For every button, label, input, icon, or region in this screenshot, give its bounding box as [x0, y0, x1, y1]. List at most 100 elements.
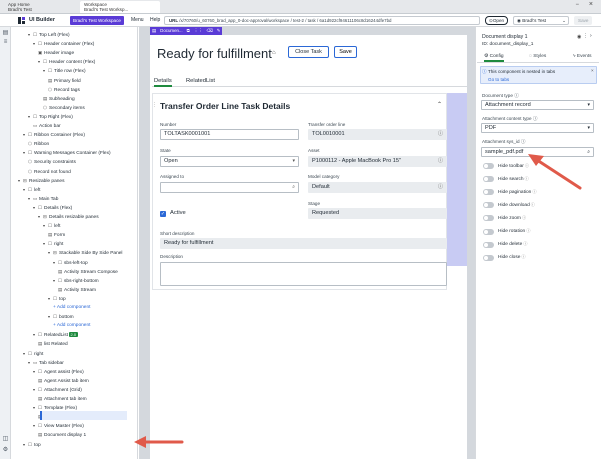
document-type-select[interactable]: Attachment record ▾ — [481, 100, 594, 110]
layers-icon[interactable]: ≡ — [2, 39, 9, 46]
tree-item[interactable]: ⬡ Record not found — [28, 167, 71, 176]
toggle-switch[interactable] — [483, 228, 494, 235]
eye-icon[interactable]: ◉ — [577, 34, 581, 40]
toggle-switch[interactable] — [483, 189, 494, 196]
tree-item[interactable]: ▾ ☐ Title row (Flex) — [43, 66, 86, 75]
tree-item[interactable]: ⬡ Ribbon — [28, 139, 49, 148]
tree-item[interactable]: ▤ Attachment tab item — [38, 394, 87, 403]
tree-item[interactable]: ▤ Subheading — [43, 94, 75, 103]
toggle-switch[interactable] — [483, 163, 494, 169]
chevron-right-icon[interactable]: › — [590, 33, 592, 39]
tree-item[interactable]: ▤ list Related — [38, 339, 68, 348]
state-select[interactable]: Open ▾ — [160, 156, 299, 167]
tree-item[interactable]: ▤ Agent Assist tab item — [38, 376, 89, 385]
tree-item[interactable]: ▾ ☐ top — [48, 294, 66, 303]
settings-icon[interactable]: ⚙ — [2, 447, 9, 454]
toggle-switch[interactable] — [483, 215, 494, 222]
browser-tab-app-home[interactable]: App Home Brad\'s Test — [4, 1, 78, 13]
workspace-dropdown[interactable]: ◉ Brad\'s Test ⌄ — [513, 16, 569, 25]
toggle-switch[interactable] — [483, 254, 494, 261]
tab-related-list[interactable]: RelatedList — [186, 76, 215, 87]
tree-item[interactable]: ▾ ☐ right — [23, 349, 43, 358]
tree-item[interactable]: ▾ ☐ sbs-right-bottom — [53, 276, 99, 285]
stage-field[interactable]: Requested — [308, 208, 447, 219]
tree-item[interactable]: ⬡ Record tags — [48, 85, 80, 94]
toggle-switch[interactable] — [483, 241, 494, 248]
copy-icon[interactable]: ⧉ — [187, 28, 190, 33]
tree-item[interactable]: ▾ ☐ RelatedList 2.0 — [33, 330, 78, 339]
info-icon[interactable]: ⓘ — [438, 157, 443, 166]
tree-item[interactable]: ▤ Form — [48, 230, 65, 239]
search-icon[interactable]: ⌕ — [292, 183, 295, 192]
minimize-icon[interactable]: − — [575, 2, 579, 8]
workspace-selector[interactable]: Brad\'s Test Workspace — [70, 16, 124, 25]
toggle-switch[interactable] — [483, 202, 494, 209]
add-component-link[interactable]: + Add component — [53, 321, 90, 330]
tree-item[interactable]: ▭ Action bar — [33, 121, 61, 130]
tree-item[interactable]: ▾ ☐ left — [43, 221, 60, 230]
url-field[interactable]: URL /x/70760/u_60760_brad_app_0-doc-appr… — [164, 16, 480, 25]
tree-item[interactable]: ▾ ⊟ Stackable Side By Side Panel — [48, 248, 122, 257]
tree-item[interactable]: ▾ ☐ Header container (Flex) — [33, 39, 94, 48]
tree-item[interactable]: ⬡ Secondary items — [43, 103, 85, 112]
chevron-up-icon[interactable]: ⌃ — [437, 101, 442, 108]
tab-styles[interactable]: ◌ Styles — [529, 54, 546, 59]
menu-button[interactable]: Menu — [131, 17, 144, 23]
close-task-button[interactable]: Close Task — [288, 46, 329, 58]
tree-item[interactable]: ▤ Document display 1 — [38, 430, 86, 439]
tag-icon[interactable]: ⌂ — [272, 50, 276, 56]
toggle-switch[interactable] — [483, 176, 494, 183]
info-icon[interactable]: ⓘ — [438, 130, 443, 139]
delete-icon[interactable]: ⌫ — [207, 28, 213, 33]
tab-events[interactable]: ϟ Events — [573, 54, 592, 59]
assigned-to-field[interactable]: ⌕ — [160, 182, 299, 193]
tree-item[interactable]: ▾ ⊟ Resizable panes — [18, 176, 64, 185]
transfer-order-line-field[interactable]: TOL0010001 ⓘ — [308, 129, 447, 140]
tree-item[interactable]: ▾ ▭ Tab sidebar — [28, 358, 64, 367]
tree-item[interactable]: ▤ Activity Stream — [58, 285, 96, 294]
data-icon[interactable]: ◫ — [2, 436, 9, 443]
go-to-tabs-link[interactable]: Go to tabs — [488, 77, 509, 82]
tree-item[interactable]: ▾ ☐ Top Left (Flex) — [28, 30, 70, 39]
drag-icon[interactable]: ⋮⋮ — [194, 28, 203, 33]
number-field[interactable]: TOLTASK0001001 — [160, 129, 299, 140]
active-checkbox[interactable]: ✓ — [160, 211, 166, 217]
asset-field[interactable]: P1000112 - Apple MacBook Pro 15" ⓘ — [308, 156, 447, 167]
help-button[interactable]: Help — [150, 17, 160, 23]
tree-item[interactable]: ▾ ☐ top — [23, 440, 41, 449]
chat-icon[interactable]: ✎ — [217, 28, 221, 33]
tab-details[interactable]: Details — [154, 76, 172, 87]
tree-item[interactable]: ▾ ☐ Top Right (Flex) — [28, 112, 73, 121]
tree-item[interactable]: ▾ ☐ Warning Messages Container (Flex) — [23, 148, 111, 157]
add-component-link[interactable]: + Add component — [53, 303, 90, 312]
tree-item[interactable]: ▾ ☐ sbs-left-top — [53, 258, 88, 267]
search-icon[interactable]: ⌕ — [587, 148, 590, 156]
tree-item[interactable]: ▤ Activity Stream Compose — [58, 267, 118, 276]
component-toolbar[interactable]: ▤ Documen... ⧉ ⋮⋮ ⌫ ✎ — [150, 27, 222, 35]
tree-item[interactable]: ▾ ☐ Details (Flex) — [33, 203, 72, 212]
tree-item[interactable]: ▾ ⊟ Details resizable panes — [38, 212, 99, 221]
tree-item[interactable]: ▾ ☐ bottom — [48, 312, 74, 321]
info-icon[interactable]: ⓘ — [438, 183, 443, 192]
close-icon[interactable]: × — [589, 1, 593, 8]
page-icon[interactable]: ▤ — [2, 30, 9, 37]
more-icon[interactable]: ⋮ — [583, 33, 588, 39]
drag-handle-icon[interactable]: ⋮ — [152, 102, 157, 108]
open-button[interactable]: ⊙Open — [485, 16, 509, 25]
tree-item[interactable]: ▾ ☐ Attachment (Grid) — [33, 385, 82, 394]
tree-item[interactable]: ▾ ☐ Ribbon Container (Flex) — [23, 130, 85, 139]
tab-config[interactable]: ⚙ Config — [484, 54, 504, 62]
tree-item[interactable]: ▤ Primary field — [48, 76, 81, 85]
browser-tab-workspace[interactable]: Workspace Brad\'s Test Worksp... — [80, 1, 160, 13]
tree-item[interactable]: ▾ ▭ Main Tab — [28, 194, 58, 203]
model-category-field[interactable]: Default ⓘ — [308, 182, 447, 193]
close-icon[interactable]: × — [591, 68, 594, 73]
save-button[interactable]: Save — [574, 16, 593, 25]
tree-item[interactable]: ▣ Header image — [38, 48, 74, 57]
short-description-field[interactable]: Ready for fulfillment — [160, 238, 447, 249]
tree-item[interactable]: ⬡ Security constraints — [28, 157, 76, 166]
tree-item[interactable]: ▾ ☐ Header content (Flex) — [38, 57, 95, 66]
tree-item[interactable]: ▾ ☐ View Master (Flex) — [33, 421, 84, 430]
tree-item[interactable]: ▾ ☐ left — [23, 185, 40, 194]
save-task-button[interactable]: Save — [334, 46, 357, 58]
